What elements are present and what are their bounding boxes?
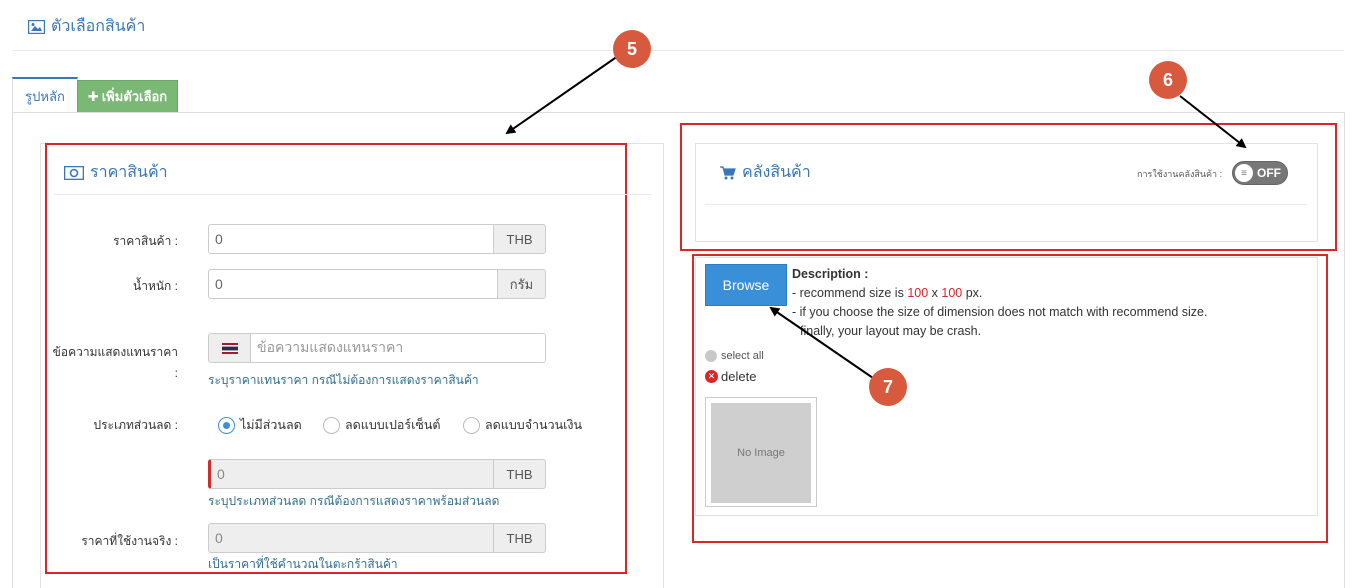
annotation-marker-5: 5 — [613, 30, 651, 68]
arrow-6 — [1179, 95, 1247, 149]
arrow-7 — [769, 306, 874, 379]
annotation-marker-7: 7 — [869, 368, 907, 406]
arrow-5 — [505, 55, 619, 135]
annotation-marker-6: 6 — [1149, 61, 1187, 99]
